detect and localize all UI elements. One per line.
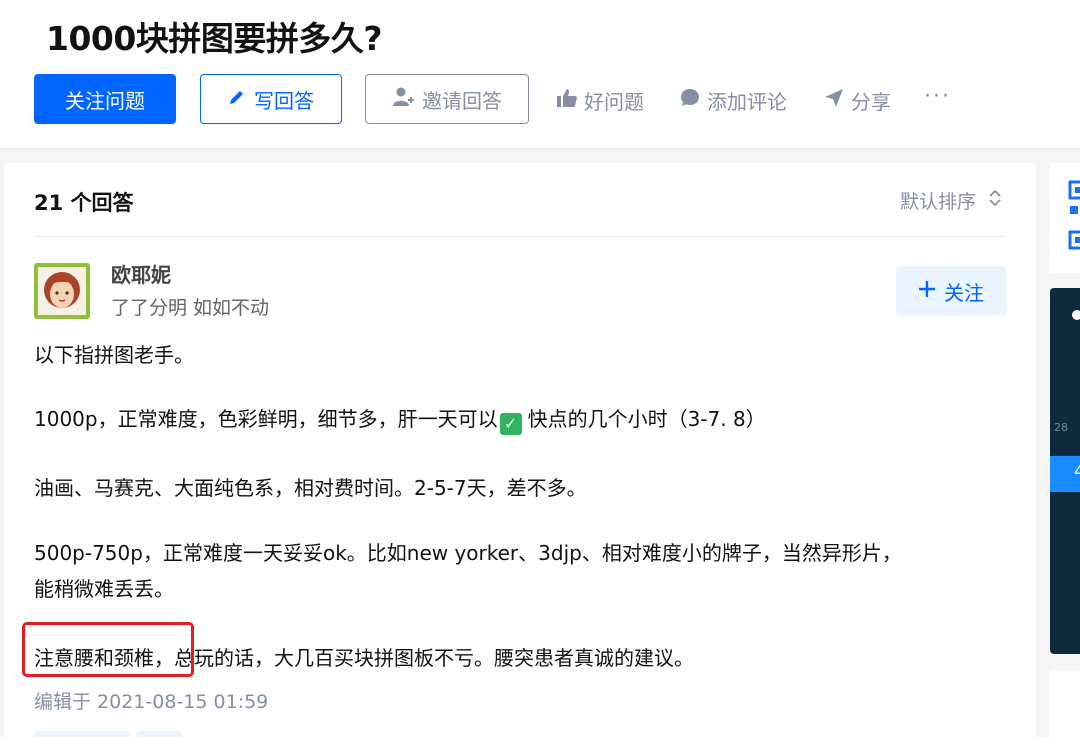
paper-plane-icon [823, 87, 845, 114]
follow-author-button[interactable]: 关注 [896, 266, 1006, 316]
invite-answer-button[interactable]: 邀请回答 [365, 74, 529, 124]
answer-paragraph: 500p-750p，正常难度一天妥妥ok。比如new yorker、3djp、相… [34, 541, 902, 565]
write-answer-label: 写回答 [254, 88, 314, 113]
sidebar-dot-icon [1072, 310, 1080, 320]
share-button[interactable]: 分享 [823, 86, 891, 115]
action-chip[interactable] [34, 731, 130, 737]
answer-paragraph: 以下指拼图老手。 [34, 343, 194, 367]
author-headline: 了了分明 如如不动 [111, 297, 270, 319]
question-header: 1000块拼图要拼多久? 关注问题 写回答 邀请回答 好问题 添加评论 分享 ·… [0, 0, 1080, 148]
add-comment-label: 添加评论 [707, 90, 787, 114]
answer-paragraph: 1000p，正常难度，色彩鲜明，细节多，肝一天可以 ✓ 快点的几个小时（3-7. 8… [34, 402, 766, 436]
edited-timestamp[interactable]: 编辑于 2021-08-15 01:59 [34, 687, 268, 714]
answer-paragraph: 能稍微难丢丢。 [34, 577, 174, 601]
qr-code-icon[interactable] [1068, 180, 1080, 252]
follow-question-label: 关注问题 [65, 88, 145, 113]
paragraph-text: 1000p，正常难度，色彩鲜明，细节多，肝一天可以 [34, 407, 498, 431]
comment-bubble-icon [679, 87, 701, 114]
sidebar-card [1050, 670, 1080, 737]
thumbs-up-icon [556, 87, 578, 114]
pencil-icon [228, 87, 246, 111]
sort-chevron-icon [988, 188, 1002, 213]
share-label: 分享 [851, 90, 891, 114]
answer-paragraph: 油画、马赛克、大面纯色系，相对费时间。2-5-7天，差不多。 [34, 476, 587, 500]
add-comment-button[interactable]: 添加评论 [679, 86, 787, 115]
action-chip[interactable] [136, 731, 182, 737]
author-name[interactable]: 欧耶妮 [111, 259, 171, 288]
invite-user-icon [392, 86, 414, 113]
question-title: 1000块拼图要拼多久? [46, 19, 383, 58]
answer-count: 21 个回答 [34, 191, 134, 215]
sort-label: 默认排序 [899, 191, 976, 213]
divider [34, 236, 1006, 237]
plus-icon [918, 279, 936, 303]
good-question-label: 好问题 [584, 90, 644, 114]
sidebar-number: 28 [1054, 421, 1068, 434]
red-highlight-box [22, 622, 194, 677]
more-options-button[interactable]: ··· [924, 84, 951, 109]
paragraph-text: 快点的几个小时（3-7. 8） [527, 407, 766, 431]
sidebar-highlight-bar[interactable]: 4 [1050, 456, 1080, 492]
invite-answer-label: 邀请回答 [422, 88, 502, 113]
sidebar-badge: 4 [1074, 462, 1080, 482]
sort-dropdown[interactable]: 默认排序 [900, 187, 1002, 214]
write-answer-button[interactable]: 写回答 [200, 74, 342, 124]
sidebar-dark-panel: 28 4 [1050, 288, 1080, 654]
answer-list-card: 21 个回答 默认排序 欧耶妮 了了分明 如如不动 关注 以下指拼图老手。 10… [4, 163, 1036, 737]
follow-question-button[interactable]: 关注问题 [34, 74, 176, 124]
good-question-button[interactable]: 好问题 [556, 86, 644, 115]
follow-author-label: 关注 [944, 280, 984, 305]
avatar[interactable] [34, 263, 90, 319]
check-mark-icon: ✓ [499, 413, 522, 435]
